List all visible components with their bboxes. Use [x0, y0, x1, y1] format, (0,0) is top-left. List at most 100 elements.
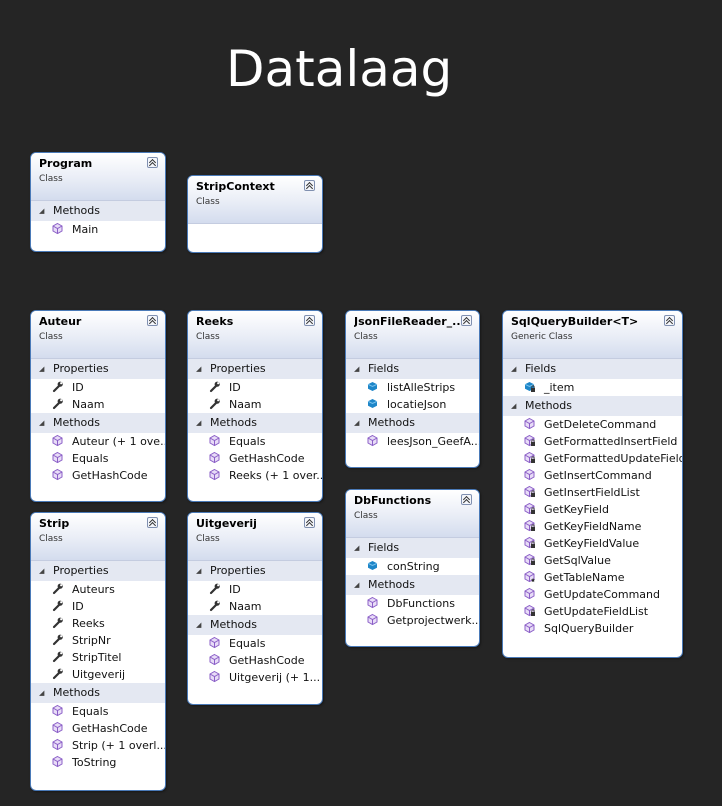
member-getkeyfieldvalue[interactable]: GetKeyFieldValue — [503, 535, 682, 552]
section-methods[interactable]: ◢ Methods — [31, 201, 165, 221]
member-gettablename[interactable]: GetTableName — [503, 569, 682, 586]
member-gethashcode[interactable]: GetHashCode — [188, 450, 322, 467]
expand-triangle-icon[interactable]: ◢ — [196, 359, 210, 379]
section-properties[interactable]: ◢ Properties — [31, 359, 165, 379]
section-properties[interactable]: ◢ Properties — [188, 561, 322, 581]
class-header[interactable]: Reeks Class — [188, 311, 322, 359]
collapse-chevron-icon[interactable] — [461, 494, 472, 505]
expand-triangle-icon[interactable]: ◢ — [354, 538, 368, 558]
collapse-chevron-icon[interactable] — [461, 315, 472, 326]
member-uitgeverij[interactable]: Uitgeverij — [31, 666, 165, 683]
section-methods[interactable]: ◢ Methods — [346, 413, 479, 433]
member-constring[interactable]: conString — [346, 558, 479, 575]
expand-triangle-icon[interactable]: ◢ — [39, 359, 53, 379]
class-box-jsonfilereader[interactable]: JsonFileReader_... Class ◢ Fields listAlleSt… — [345, 310, 480, 468]
expand-triangle-icon[interactable]: ◢ — [354, 359, 368, 379]
collapse-chevron-icon[interactable] — [304, 315, 315, 326]
class-header[interactable]: SqlQueryBuilder<T> Generic Class — [503, 311, 682, 359]
expand-triangle-icon[interactable]: ◢ — [354, 413, 368, 433]
section-fields[interactable]: ◢ Fields — [346, 538, 479, 558]
member-getsqlvalue[interactable]: GetSqlValue — [503, 552, 682, 569]
class-box-stripcontext[interactable]: StripContext Class — [187, 175, 323, 253]
member-naam[interactable]: Naam — [188, 396, 322, 413]
class-box-strip[interactable]: Strip Class ◢ Properties Auteurs ID Reeks Strip… — [30, 512, 166, 791]
class-header[interactable]: Uitgeverij Class — [188, 513, 322, 561]
section-methods[interactable]: ◢ Methods — [346, 575, 479, 595]
member-striptitel[interactable]: StripTitel — [31, 649, 165, 666]
member-item[interactable]: _item — [503, 379, 682, 396]
member-gethashcode[interactable]: GetHashCode — [31, 467, 165, 484]
member-auteur-1-ove[interactable]: Auteur (+ 1 ove... — [31, 433, 165, 450]
expand-triangle-icon[interactable]: ◢ — [196, 561, 210, 581]
member-id[interactable]: ID — [188, 581, 322, 598]
expand-triangle-icon[interactable]: ◢ — [511, 396, 525, 416]
section-methods[interactable]: ◢ Methods — [31, 413, 165, 433]
member-id[interactable]: ID — [31, 379, 165, 396]
section-properties[interactable]: ◢ Properties — [31, 561, 165, 581]
expand-triangle-icon[interactable]: ◢ — [196, 615, 210, 635]
member-getformattedinsertfield[interactable]: GetFormattedInsertField — [503, 433, 682, 450]
class-header[interactable]: DbFunctions Class — [346, 490, 479, 538]
collapse-chevron-icon[interactable] — [304, 180, 315, 191]
member-getprojectwerk[interactable]: Getprojectwerk... — [346, 612, 479, 629]
member-uitgeverij-1[interactable]: Uitgeverij (+ 1... — [188, 669, 322, 686]
section-methods[interactable]: ◢ Methods — [188, 413, 322, 433]
collapse-chevron-icon[interactable] — [147, 517, 158, 528]
section-fields[interactable]: ◢ Fields — [346, 359, 479, 379]
member-getkeyfieldname[interactable]: GetKeyFieldName — [503, 518, 682, 535]
member-equals[interactable]: Equals — [188, 433, 322, 450]
section-methods[interactable]: ◢ Methods — [503, 396, 682, 416]
member-sqlquerybuilder[interactable]: SqlQueryBuilder — [503, 620, 682, 637]
class-box-program[interactable]: Program Class ◢ Methods Main — [30, 152, 166, 252]
member-auteurs[interactable]: Auteurs — [31, 581, 165, 598]
section-fields[interactable]: ◢ Fields — [503, 359, 682, 379]
member-id[interactable]: ID — [188, 379, 322, 396]
collapse-chevron-icon[interactable] — [304, 517, 315, 528]
section-methods[interactable]: ◢ Methods — [188, 615, 322, 635]
member-id[interactable]: ID — [31, 598, 165, 615]
member-stripnr[interactable]: StripNr — [31, 632, 165, 649]
collapse-chevron-icon[interactable] — [147, 315, 158, 326]
member-equals[interactable]: Equals — [188, 635, 322, 652]
class-box-dbfunctions[interactable]: DbFunctions Class ◢ Fields conString ◢ Methods… — [345, 489, 480, 647]
member-equals[interactable]: Equals — [31, 703, 165, 720]
expand-triangle-icon[interactable]: ◢ — [39, 201, 53, 221]
member-naam[interactable]: Naam — [188, 598, 322, 615]
expand-triangle-icon[interactable]: ◢ — [354, 575, 368, 595]
member-naam[interactable]: Naam — [31, 396, 165, 413]
member-getupdatefieldlist[interactable]: GetUpdateFieldList — [503, 603, 682, 620]
member-reeks[interactable]: Reeks — [31, 615, 165, 632]
member-reeks-1-over[interactable]: Reeks (+ 1 over... — [188, 467, 322, 484]
member-getdeletecommand[interactable]: GetDeleteCommand — [503, 416, 682, 433]
member-strip-1-overl[interactable]: Strip (+ 1 overl... — [31, 737, 165, 754]
member-getupdatecommand[interactable]: GetUpdateCommand — [503, 586, 682, 603]
section-methods[interactable]: ◢ Methods — [31, 683, 165, 703]
member-getformattedupdatefield[interactable]: GetFormattedUpdateField — [503, 450, 682, 467]
expand-triangle-icon[interactable]: ◢ — [39, 561, 53, 581]
expand-triangle-icon[interactable]: ◢ — [196, 413, 210, 433]
class-header[interactable]: JsonFileReader_... Class — [346, 311, 479, 359]
expand-triangle-icon[interactable]: ◢ — [39, 683, 53, 703]
member-getinsertcommand[interactable]: GetInsertCommand — [503, 467, 682, 484]
collapse-chevron-icon[interactable] — [664, 315, 675, 326]
member-tostring[interactable]: ToString — [31, 754, 165, 771]
member-getkeyfield[interactable]: GetKeyField — [503, 501, 682, 518]
class-header[interactable]: StripContext Class — [188, 176, 322, 224]
member-main[interactable]: Main — [31, 221, 165, 238]
class-header[interactable]: Program Class — [31, 153, 165, 201]
expand-triangle-icon[interactable]: ◢ — [39, 413, 53, 433]
member-getinsertfieldlist[interactable]: GetInsertFieldList — [503, 484, 682, 501]
member-leesjson-geefa[interactable]: leesJson_GeefA... — [346, 433, 479, 450]
member-locatiejson[interactable]: locatieJson — [346, 396, 479, 413]
class-header[interactable]: Auteur Class — [31, 311, 165, 359]
collapse-chevron-icon[interactable] — [147, 157, 158, 168]
member-gethashcode[interactable]: GetHashCode — [188, 652, 322, 669]
expand-triangle-icon[interactable]: ◢ — [511, 359, 525, 379]
class-box-sqlquerybuilder-t[interactable]: SqlQueryBuilder<T> Generic Class ◢ Fields _i… — [502, 310, 683, 658]
member-dbfunctions[interactable]: DbFunctions — [346, 595, 479, 612]
member-equals[interactable]: Equals — [31, 450, 165, 467]
class-box-auteur[interactable]: Auteur Class ◢ Properties ID Naam ◢ Methods Aute… — [30, 310, 166, 502]
section-properties[interactable]: ◢ Properties — [188, 359, 322, 379]
member-gethashcode[interactable]: GetHashCode — [31, 720, 165, 737]
class-header[interactable]: Strip Class — [31, 513, 165, 561]
